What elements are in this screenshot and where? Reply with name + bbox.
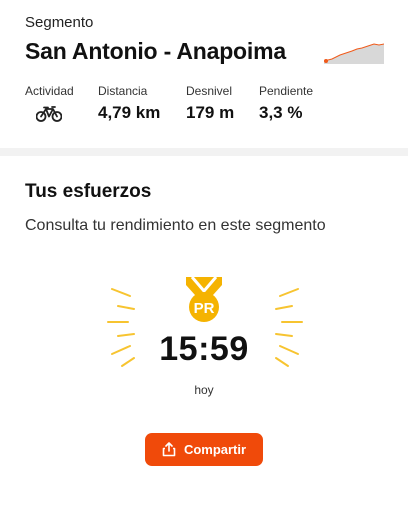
stat-elevation: Desnivel 179 m	[186, 84, 234, 123]
elevation-profile-thumbnail[interactable]	[324, 40, 384, 64]
effort-time: 15:59	[159, 330, 249, 368]
stat-activity: Actividad	[25, 84, 74, 122]
effort-date: hoy	[194, 383, 214, 397]
segment-page: Segmento San Antonio - Anapoima Activida…	[0, 0, 408, 512]
efforts-subtitle: Consulta tu rendimiento en este segmento	[25, 217, 326, 234]
stat-distance-value: 4,79 km	[98, 103, 161, 122]
bike-icon	[36, 106, 62, 122]
stat-distance: Distancia 4,79 km	[98, 84, 160, 123]
share-icon	[162, 442, 176, 457]
share-button[interactable]: Compartir	[145, 433, 263, 466]
stat-distance-label: Distancia	[98, 84, 148, 98]
section-divider	[0, 148, 408, 156]
stat-elevation-value: 179 m	[186, 103, 235, 122]
share-button-label: Compartir	[183, 442, 247, 457]
stat-grade-label: Pendiente	[259, 84, 314, 98]
stat-grade-value: 3,3 %	[259, 103, 303, 122]
segment-kicker: Segmento	[25, 14, 94, 31]
stat-elevation-label: Desnivel	[186, 84, 233, 98]
segment-header-card: Segmento San Antonio - Anapoima Activida…	[0, 0, 408, 148]
efforts-title: Tus esfuerzos	[25, 181, 152, 202]
pr-badge-text: PR	[194, 300, 215, 317]
segment-title: San Antonio - Anapoima	[25, 38, 286, 64]
stat-grade: Pendiente 3,3 %	[259, 84, 313, 123]
stat-activity-label: Actividad	[25, 84, 74, 98]
pr-medal-icon: PR	[186, 276, 222, 322]
